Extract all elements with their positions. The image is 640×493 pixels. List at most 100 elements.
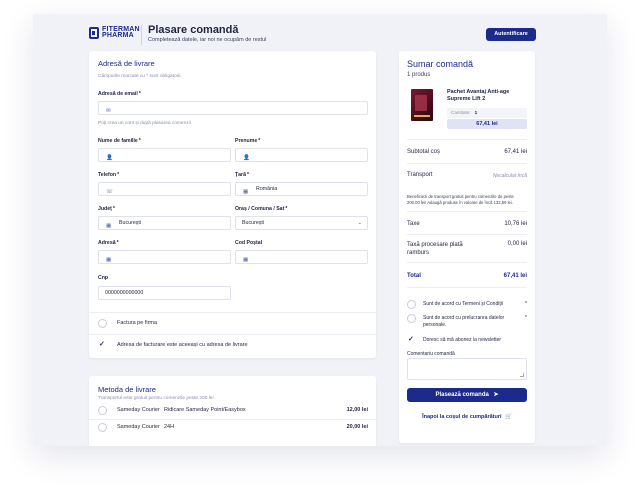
city-label: Oraș / Comuna / Sat* bbox=[235, 206, 288, 212]
order-summary-card: Sumar comandă 1 produs Pachet Avantaj An… bbox=[399, 51, 535, 443]
lastname-field[interactable]: 👤 bbox=[98, 148, 231, 162]
comment-textarea[interactable] bbox=[407, 358, 527, 380]
summary-count: 1 produs bbox=[407, 72, 431, 78]
county-label: Județ* bbox=[98, 206, 115, 212]
company-invoice-checkbox[interactable] bbox=[98, 319, 107, 328]
shipping-address-card: Adresă de livrare Câmpurile marcate cu *… bbox=[89, 51, 376, 358]
place-order-button[interactable]: Plasează comanda ➤ bbox=[407, 388, 527, 402]
shipping-option-desc: Ridicare Sameday Point/Easybox bbox=[164, 407, 246, 413]
product-price: 67,41 lei bbox=[447, 119, 527, 129]
data-agreement[interactable]: Sunt de acord cu prelucrarea datelor per… bbox=[407, 314, 527, 330]
shipping-option[interactable]: Sameday Courier 24H 20,00 lei bbox=[89, 419, 376, 435]
envelope-icon: ✉ bbox=[106, 108, 111, 114]
page-header: FITERMAN PHARMA Plasare comandă Complete… bbox=[33, 14, 607, 52]
comment-label: Comentariu comandă bbox=[407, 351, 455, 357]
terms-label[interactable]: Sunt de acord cu Termeni și Condiții bbox=[423, 301, 518, 308]
subtotal-value: 67,41 lei bbox=[504, 149, 527, 155]
shipping-option-price: 20,00 lei bbox=[346, 424, 368, 430]
product-name[interactable]: Pachet Avantaj Anti-age Supreme Lift 2 bbox=[447, 89, 529, 103]
divider bbox=[407, 234, 527, 235]
send-icon: ➤ bbox=[493, 392, 499, 398]
firstname-field[interactable]: 👤 bbox=[235, 148, 368, 162]
email-label: Adresă de email* bbox=[98, 91, 141, 97]
check-icon[interactable]: ✓ bbox=[99, 340, 105, 348]
header-divider bbox=[141, 25, 142, 45]
person-icon: 👤 bbox=[243, 155, 250, 161]
check-icon[interactable]: ✓ bbox=[408, 335, 414, 343]
data-label[interactable]: Sunt de acord cu prelucrarea datelor per… bbox=[423, 315, 518, 328]
logo-icon bbox=[89, 27, 99, 39]
page-subtitle: Completează datele, iar noi ne ocupăm de… bbox=[148, 37, 267, 43]
total-label: Total bbox=[407, 273, 421, 279]
summary-title: Sumar comandă bbox=[407, 59, 474, 69]
login-button[interactable]: Autentificare bbox=[486, 28, 536, 41]
cnp-field[interactable]: 0000000000000 bbox=[98, 286, 231, 300]
shipping-radio[interactable] bbox=[98, 423, 107, 432]
street-label: Adresă* bbox=[98, 240, 119, 246]
divider bbox=[407, 262, 527, 263]
tax-value: 10,76 lei bbox=[504, 221, 527, 227]
shipping-option-price: 12,00 lei bbox=[346, 407, 368, 413]
shipping-radio[interactable] bbox=[98, 406, 107, 415]
email-field[interactable]: ✉ bbox=[98, 101, 368, 115]
building-icon: ▦ bbox=[106, 257, 112, 263]
company-invoice-row[interactable]: Factura pe firma bbox=[89, 312, 376, 334]
same-billing-row[interactable]: ✓ Adresa de facturare este aceeași cu ad… bbox=[89, 334, 376, 356]
phone-label: Telefon* bbox=[98, 172, 120, 178]
building-icon: ▦ bbox=[243, 257, 249, 263]
building-icon: ▦ bbox=[106, 223, 112, 229]
shipping-option-name: Sameday Courier bbox=[117, 407, 160, 413]
cod-fee-value: 0,00 lei bbox=[507, 241, 527, 247]
cnp-label: Cnp bbox=[98, 275, 109, 281]
transport-label: Transport bbox=[407, 172, 433, 178]
page-title: Plasare comandă bbox=[148, 24, 239, 36]
shipping-section-title: Metoda de livrare bbox=[98, 385, 156, 394]
logo-line2: PHARMA bbox=[102, 32, 134, 39]
terms-agreement[interactable]: Sunt de acord cu Termeni și Condiții * bbox=[407, 300, 527, 310]
firstname-label: Prenume* bbox=[235, 138, 261, 144]
transport-value: Necalculat încă bbox=[492, 173, 527, 179]
postal-field[interactable]: ▦ bbox=[235, 250, 368, 264]
divider bbox=[407, 211, 527, 212]
shipping-method-card: Metoda de livrare Transportul este gratu… bbox=[89, 376, 376, 446]
transport-note: Beneficiezi de transport gratuit pentru … bbox=[407, 194, 514, 205]
terms-checkbox[interactable] bbox=[407, 300, 416, 309]
postal-label: Cod Poștal bbox=[235, 240, 263, 246]
back-to-cart-link[interactable]: Înapoi la coșul de cumpărături 🛒 bbox=[407, 414, 527, 420]
subtotal-label: Subtotal coș bbox=[407, 149, 441, 155]
city-select[interactable]: București ⌄ bbox=[235, 216, 368, 230]
account-hint: Poți crea un cont și după plasarea comen… bbox=[98, 121, 191, 126]
required-mark: * bbox=[524, 301, 527, 307]
total-value: 67,41 lei bbox=[503, 273, 527, 279]
shipping-option[interactable]: Sameday Courier Ridicare Sameday Point/E… bbox=[89, 403, 376, 419]
product-image[interactable] bbox=[411, 89, 433, 121]
checkout-page: FITERMAN PHARMA Plasare comandă Complete… bbox=[33, 14, 607, 446]
country-label: Țară* bbox=[235, 172, 249, 178]
shipping-hint: Transportul este gratuit pentru comenzil… bbox=[98, 396, 214, 401]
lastname-label: Nume de familie* bbox=[98, 138, 141, 144]
country-select[interactable]: ▦ România bbox=[235, 182, 368, 196]
required-mark: * bbox=[524, 315, 527, 321]
person-icon: 👤 bbox=[106, 155, 113, 161]
county-field[interactable]: ▦ București bbox=[98, 216, 231, 230]
same-billing-label: Adresa de facturare este aceeași cu adre… bbox=[117, 342, 248, 348]
street-field[interactable]: ▦ bbox=[98, 250, 231, 264]
required-hint: Câmpurile marcate cu * sunt obligatorii. bbox=[98, 74, 182, 79]
divider bbox=[407, 287, 527, 288]
data-checkbox[interactable] bbox=[407, 314, 416, 323]
cod-fee-label: Taxă procesare plată ramburs bbox=[407, 242, 463, 256]
divider bbox=[407, 163, 527, 164]
tax-label: Taxe bbox=[407, 221, 420, 227]
divider bbox=[407, 139, 527, 140]
cart-icon: 🛒 bbox=[505, 414, 512, 420]
newsletter-label[interactable]: Doresc să mă abonez la newsletter bbox=[423, 337, 518, 344]
phone-icon: ☏ bbox=[106, 189, 113, 195]
brand-logo[interactable]: FITERMAN PHARMA bbox=[89, 26, 140, 39]
newsletter-agreement[interactable]: ✓ Doresc să mă abonez la newsletter bbox=[407, 336, 527, 346]
shipping-option-desc: 24H bbox=[164, 424, 175, 430]
building-icon: ▦ bbox=[243, 189, 249, 195]
phone-field[interactable]: ☏ bbox=[98, 182, 231, 196]
shipping-option-name: Sameday Courier bbox=[117, 424, 160, 430]
address-section-title: Adresă de livrare bbox=[98, 59, 155, 68]
company-invoice-label: Factura pe firma bbox=[117, 320, 158, 326]
